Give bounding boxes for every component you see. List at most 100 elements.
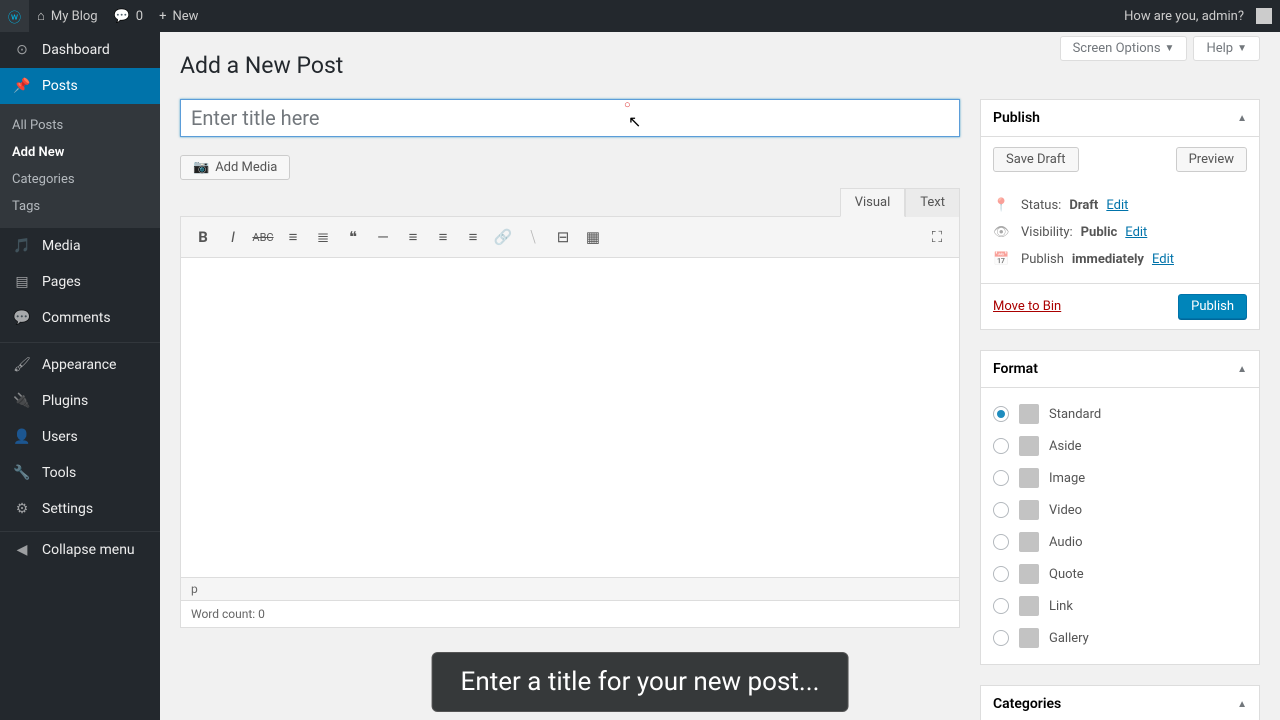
wordpress-icon: ⓦ <box>8 7 21 26</box>
strike-button[interactable]: ABC <box>249 223 277 251</box>
editor-tab-visual[interactable]: Visual <box>840 188 906 217</box>
pages-icon: ▤ <box>12 272 32 292</box>
format-heading[interactable]: Format▲ <box>981 351 1259 388</box>
screen-options-tab[interactable]: Screen Options▼ <box>1060 36 1188 61</box>
format-icon <box>1019 628 1039 648</box>
post-title-input[interactable] <box>180 99 960 137</box>
format-icon <box>1019 564 1039 584</box>
unlink-button[interactable]: ⧹ <box>519 223 547 251</box>
comments-link[interactable]: 💬0 <box>106 0 152 32</box>
sidebar-item-appearance[interactable]: 🖌Appearance <box>0 342 160 383</box>
home-icon: ⌂ <box>37 8 45 24</box>
align-center-button[interactable]: ≡ <box>429 223 457 251</box>
wp-logo[interactable]: ⓦ <box>0 0 29 32</box>
new-label: New <box>172 9 198 24</box>
format-option-audio[interactable]: Audio <box>993 526 1247 558</box>
radio-icon <box>993 406 1009 422</box>
format-icon <box>1019 596 1039 616</box>
help-tab[interactable]: Help▼ <box>1193 36 1260 61</box>
format-option-link[interactable]: Link <box>993 590 1247 622</box>
format-option-quote[interactable]: Quote <box>993 558 1247 590</box>
edit-visibility-link[interactable]: Edit <box>1125 225 1147 240</box>
format-label: Link <box>1049 599 1073 614</box>
format-label: Image <box>1049 471 1085 486</box>
publish-button[interactable]: Publish <box>1178 294 1247 319</box>
preview-button[interactable]: Preview <box>1176 147 1247 172</box>
media-icon: 🎵 <box>12 236 32 256</box>
account-link[interactable]: How are you, admin? <box>1116 0 1280 32</box>
format-icon <box>1019 500 1039 520</box>
align-right-button[interactable]: ≡ <box>459 223 487 251</box>
format-option-standard[interactable]: Standard <box>993 398 1247 430</box>
format-label: Aside <box>1049 439 1082 454</box>
publish-heading[interactable]: Publish▲ <box>981 100 1259 137</box>
key-icon: 📍 <box>993 198 1013 213</box>
submenu-tags[interactable]: Tags <box>0 193 160 220</box>
more-button[interactable]: ⊟ <box>549 223 577 251</box>
publish-panel: Publish▲ Save Draft Preview 📍Status: Dra… <box>980 99 1260 330</box>
quote-button[interactable]: ❝ <box>339 223 367 251</box>
eye-icon: 👁 <box>993 225 1013 240</box>
move-to-bin-link[interactable]: Move to Bin <box>993 299 1061 314</box>
editor-path: p <box>180 578 960 601</box>
bold-button[interactable]: B <box>189 223 217 251</box>
format-option-gallery[interactable]: Gallery <box>993 622 1247 654</box>
categories-heading[interactable]: Categories▲ <box>981 686 1259 720</box>
plugins-icon: 🔌 <box>12 391 32 411</box>
number-list-button[interactable]: ≣ <box>309 223 337 251</box>
collapse-menu[interactable]: ◀Collapse menu <box>0 531 160 568</box>
sidebar-item-posts[interactable]: 📌Posts <box>0 68 160 104</box>
appearance-icon: 🖌 <box>12 355 32 375</box>
format-icon <box>1019 532 1039 552</box>
toolbar-toggle-button[interactable]: ▦ <box>579 223 607 251</box>
format-panel: Format▲ Standard Aside Image VideoAudioQuot… <box>980 350 1260 665</box>
submenu-all-posts[interactable]: All Posts <box>0 112 160 139</box>
new-link[interactable]: +New <box>151 0 206 32</box>
collapse-icon: ◀ <box>12 540 32 560</box>
sidebar-item-comments[interactable]: 💬Comments <box>0 300 160 336</box>
main-content: Screen Options▼ Help▼ Add a New Post 📷Ad… <box>160 32 1280 720</box>
format-icon <box>1019 404 1039 424</box>
format-icon <box>1019 468 1039 488</box>
radio-icon <box>993 438 1009 454</box>
sidebar-item-pages[interactable]: ▤Pages <box>0 264 160 300</box>
radio-icon <box>993 502 1009 518</box>
radio-icon <box>993 470 1009 486</box>
comments-count: 0 <box>136 9 143 24</box>
align-left-button[interactable]: ≡ <box>399 223 427 251</box>
comment-icon: 💬 <box>114 9 130 24</box>
format-option-aside[interactable]: Aside <box>993 430 1247 462</box>
editor-tab-text[interactable]: Text <box>905 188 960 217</box>
sidebar-item-settings[interactable]: ⚙Settings <box>0 491 160 527</box>
save-draft-button[interactable]: Save Draft <box>993 147 1079 172</box>
chevron-down-icon: ▼ <box>1237 43 1247 54</box>
sidebar-item-plugins[interactable]: 🔌Plugins <box>0 383 160 419</box>
greeting: How are you, admin? <box>1124 9 1244 24</box>
edit-status-link[interactable]: Edit <box>1106 198 1128 213</box>
hr-button[interactable]: — <box>369 223 397 251</box>
format-option-image[interactable]: Image <box>993 462 1247 494</box>
bullet-list-button[interactable]: ≡ <box>279 223 307 251</box>
sidebar-item-dashboard[interactable]: ⊙Dashboard <box>0 32 160 68</box>
format-option-video[interactable]: Video <box>993 494 1247 526</box>
camera-icon: 📷 <box>193 160 209 175</box>
site-link[interactable]: ⌂My Blog <box>29 0 106 32</box>
sidebar-item-media[interactable]: 🎵Media <box>0 228 160 264</box>
radio-icon <box>993 534 1009 550</box>
editor-toolbar: B I ABC ≡ ≣ ❝ — ≡ ≡ ≡ 🔗 ⧹ ⊟ ▦ ⛶ <box>180 216 960 258</box>
admin-toolbar: ⓦ ⌂My Blog 💬0 +New How are you, admin? <box>0 0 1280 32</box>
submenu-add-new[interactable]: Add New <box>0 139 160 166</box>
editor-body[interactable] <box>180 258 960 578</box>
posts-submenu: All Posts Add New Categories Tags <box>0 104 160 228</box>
link-button[interactable]: 🔗 <box>489 223 517 251</box>
fullscreen-button[interactable]: ⛶ <box>923 223 951 251</box>
italic-button[interactable]: I <box>219 223 247 251</box>
edit-schedule-link[interactable]: Edit <box>1152 252 1174 267</box>
sidebar-item-tools[interactable]: 🔧Tools <box>0 455 160 491</box>
settings-icon: ⚙ <box>12 499 32 519</box>
pin-icon: 📌 <box>12 76 32 96</box>
add-media-button[interactable]: 📷Add Media <box>180 155 290 180</box>
submenu-categories[interactable]: Categories <box>0 166 160 193</box>
sidebar-item-users[interactable]: 👤Users <box>0 419 160 455</box>
avatar <box>1256 8 1272 24</box>
